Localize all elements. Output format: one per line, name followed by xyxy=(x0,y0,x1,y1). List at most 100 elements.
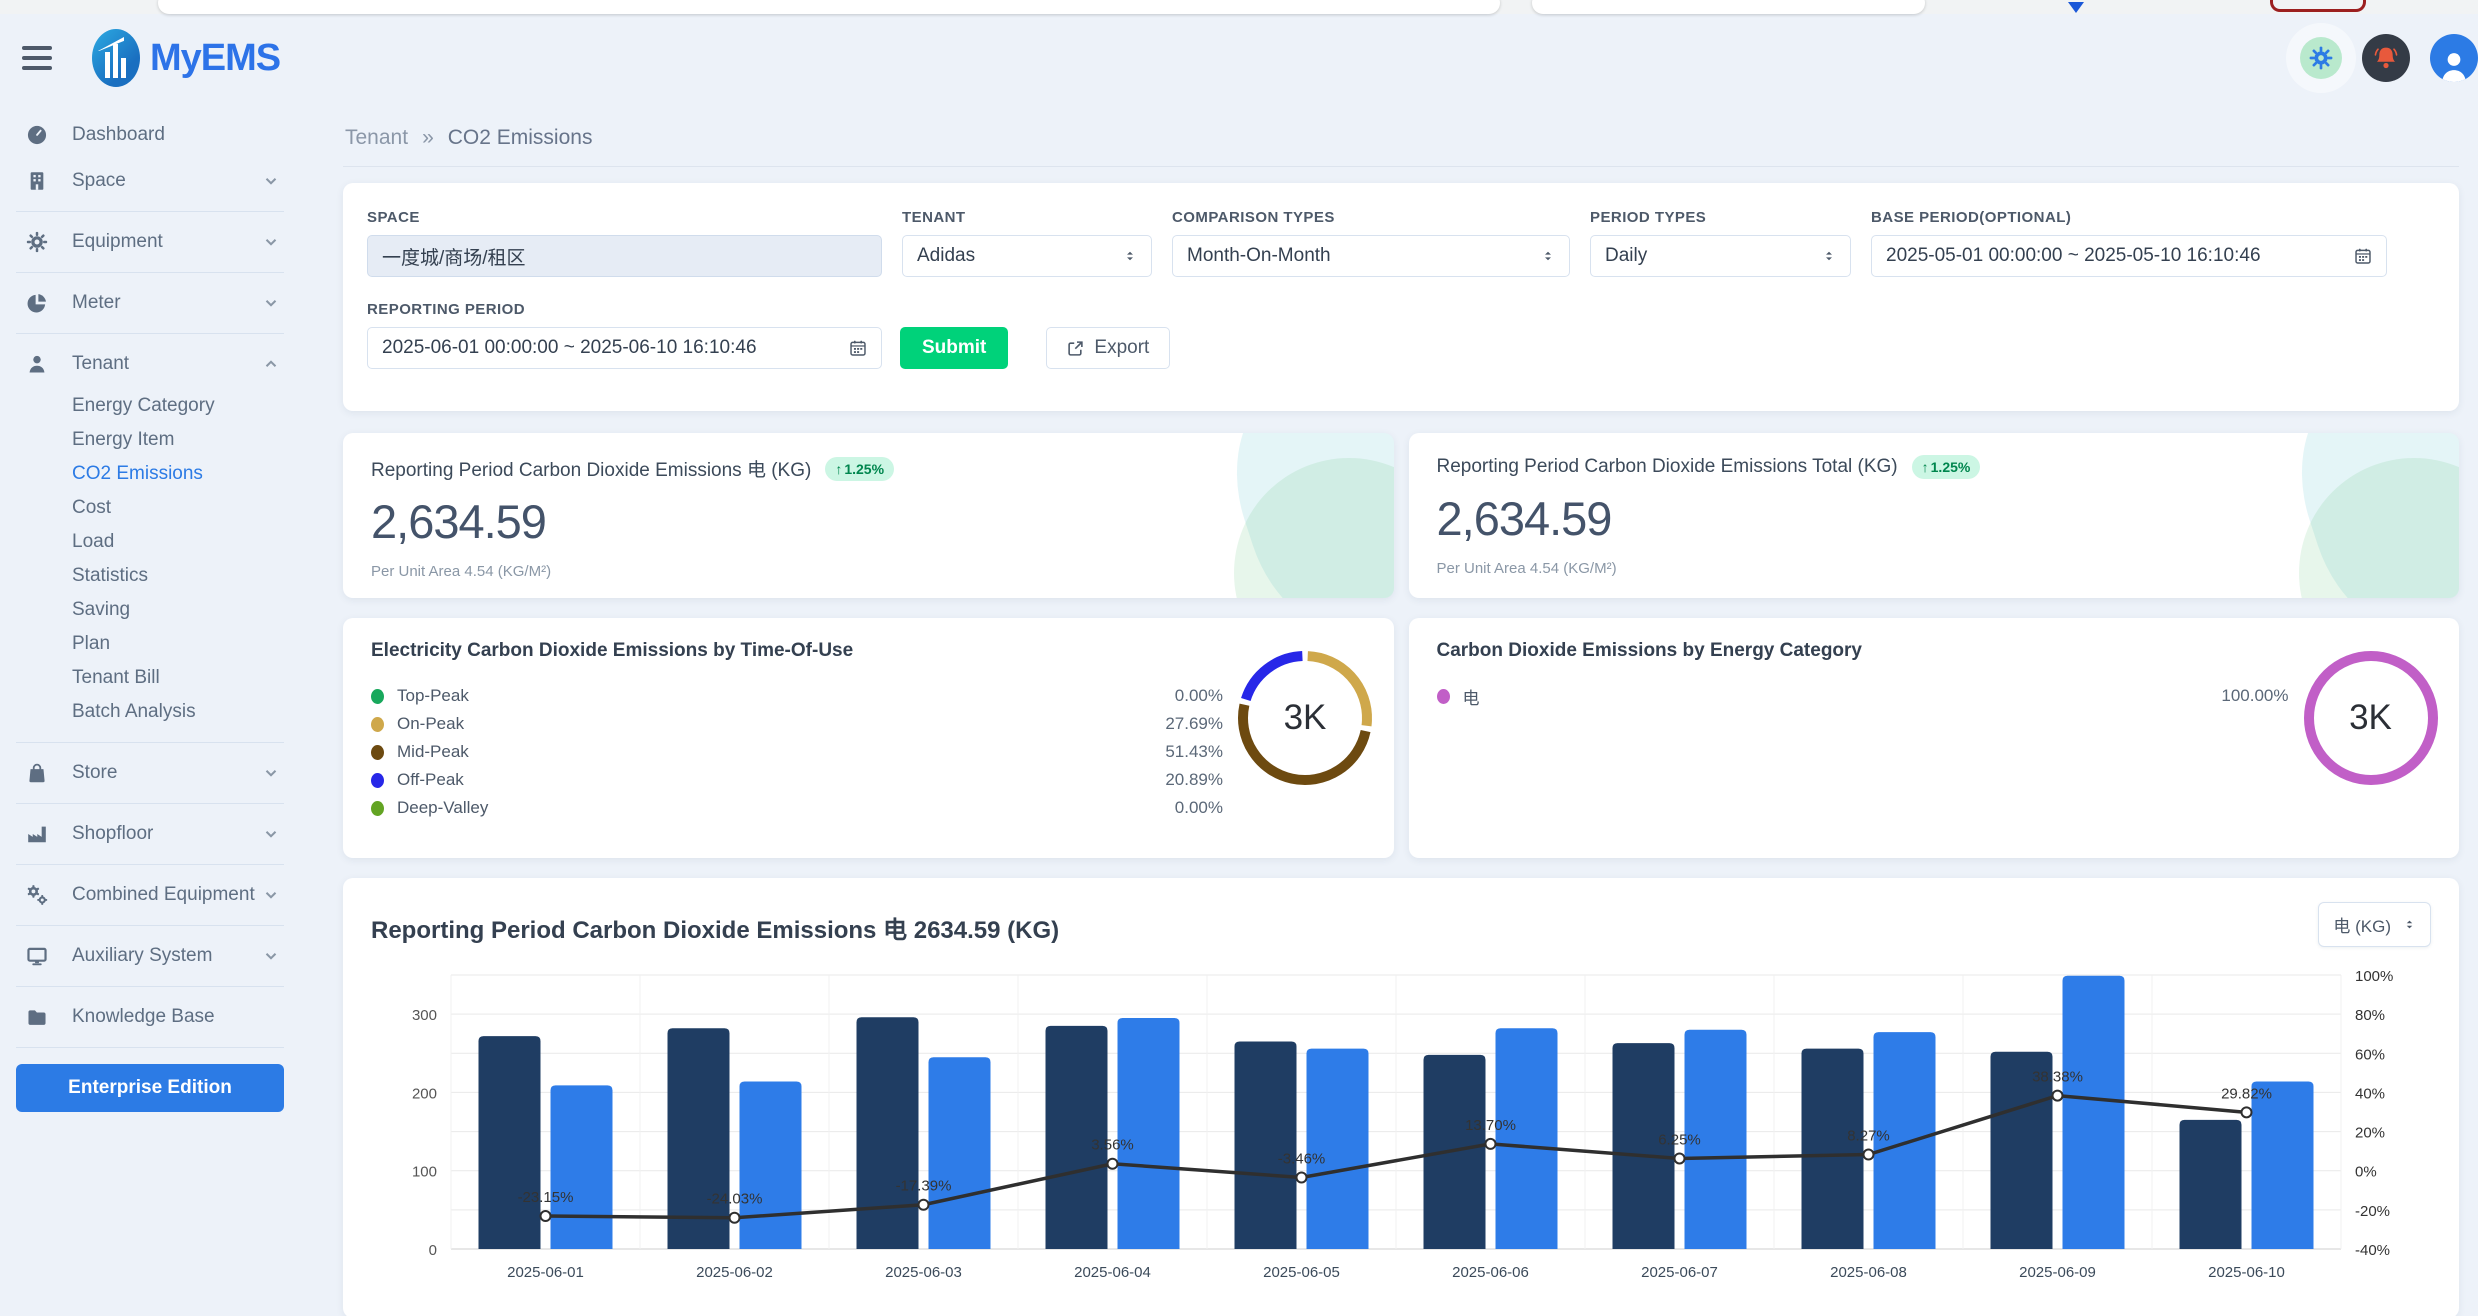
stat-card-subtext: Per Unit Area 4.54 (KG/M²) xyxy=(371,563,1366,580)
select-caret-icon xyxy=(2403,917,2416,932)
header-actions xyxy=(2300,34,2464,82)
sidebar-item-tenant[interactable]: Tenant xyxy=(12,341,288,387)
sidebar-item-combined-equipment[interactable]: Combined Equipment xyxy=(12,872,288,918)
legend-row-mid-peak[interactable]: Mid-Peak 51.43% xyxy=(371,738,1223,766)
legend-dot xyxy=(371,773,384,788)
myems-app: MyEMS xyxy=(0,0,2478,1316)
enterprise-edition-button[interactable]: Enterprise Edition xyxy=(16,1064,284,1112)
legend-row-deep-valley[interactable]: Deep-Valley 0.00% xyxy=(371,794,1223,822)
emissions-chart-card: Reporting Period Carbon Dioxide Emission… xyxy=(343,878,2459,1316)
tou-donut-chart: 3K xyxy=(1229,642,1381,794)
svg-text:0%: 0% xyxy=(2355,1164,2377,1181)
chevron-down-icon xyxy=(262,764,280,782)
breadcrumb-parent[interactable]: Tenant xyxy=(345,126,408,150)
select-caret-icon xyxy=(1822,248,1836,264)
submenu-item-energy-item[interactable]: Energy Item xyxy=(12,423,288,457)
sidebar-divider xyxy=(16,925,284,926)
notifications-bell-icon[interactable] xyxy=(2362,34,2410,82)
browser-chrome-strip xyxy=(0,0,2478,14)
svg-text:40%: 40% xyxy=(2355,1085,2385,1102)
reporting-period-value: 2025-06-01 00:00:00 ~ 2025-06-10 16:10:4… xyxy=(382,337,757,359)
reporting-period-label: REPORTING PERIOD xyxy=(367,301,882,318)
submit-button[interactable]: Submit xyxy=(900,327,1008,369)
sidebar-item-knowledge-base[interactable]: Knowledge Base xyxy=(12,994,288,1040)
svg-text:29.82%: 29.82% xyxy=(2221,1085,2272,1102)
period-types-label: PERIOD TYPES xyxy=(1590,209,1851,226)
submenu-item-load[interactable]: Load xyxy=(12,525,288,559)
sidebar-item-equipment[interactable]: Equipment xyxy=(12,219,288,265)
category-legend: 电 100.00% xyxy=(1437,682,2289,710)
submenu-item-plan[interactable]: Plan xyxy=(12,627,288,661)
sidebar-item-store[interactable]: Store xyxy=(12,750,288,796)
category-donut-chart: 3K xyxy=(2295,642,2447,794)
browser-addressbar-partial[interactable] xyxy=(158,0,1500,14)
chart-unit-select[interactable]: 电 (KG) xyxy=(2318,902,2431,947)
legend-row-electricity[interactable]: 电 100.00% xyxy=(1437,682,2289,710)
svg-text:2025-06-05: 2025-06-05 xyxy=(1263,1264,1340,1281)
svg-text:13.70%: 13.70% xyxy=(1465,1117,1516,1134)
sidebar-divider xyxy=(16,864,284,865)
chevron-down-icon xyxy=(262,294,280,312)
svg-text:3.56%: 3.56% xyxy=(1091,1137,1134,1154)
settings-gear-icon[interactable] xyxy=(2300,37,2342,79)
bar-line-chart[interactable]: -40%-20%0%20%40%60%80%100%01002003002025… xyxy=(371,959,2431,1289)
submenu-item-cost[interactable]: Cost xyxy=(12,491,288,525)
space-input[interactable] xyxy=(367,235,882,277)
sidebar-divider xyxy=(16,742,284,743)
comparison-types-select[interactable]: Month-On-Month xyxy=(1172,235,1570,277)
sidebar-item-label: Auxiliary System xyxy=(72,945,262,967)
app-logo[interactable]: MyEMS xyxy=(92,29,280,87)
space-label: SPACE xyxy=(367,209,882,226)
sidebar-divider xyxy=(16,272,284,273)
breadcrumb-current: CO2 Emissions xyxy=(448,126,593,150)
up-arrow-icon: ↑ xyxy=(835,461,842,477)
base-period-datepicker[interactable]: 2025-05-01 00:00:00 ~ 2025-05-10 16:10:4… xyxy=(1871,235,2387,277)
top-navbar: MyEMS xyxy=(0,14,2478,102)
legend-dot xyxy=(371,689,384,704)
donut-cards-row: Electricity Carbon Dioxide Emissions by … xyxy=(343,618,2459,858)
main-content: Tenant » CO2 Emissions SPACE TENANT Adid… xyxy=(300,102,2478,1316)
chevron-down-icon xyxy=(262,825,280,843)
svg-text:2025-06-07: 2025-06-07 xyxy=(1641,1264,1718,1281)
donut-card-title: Electricity Carbon Dioxide Emissions by … xyxy=(371,640,1366,662)
comparison-types-label: COMPARISON TYPES xyxy=(1172,209,1570,226)
chevron-up-icon xyxy=(262,355,280,373)
calendar-icon xyxy=(849,339,867,357)
browser-searchbox-partial[interactable] xyxy=(1532,0,1925,14)
legend-row-on-peak[interactable]: On-Peak 27.69% xyxy=(371,710,1223,738)
legend-row-top-peak[interactable]: Top-Peak 0.00% xyxy=(371,682,1223,710)
submenu-item-energy-category[interactable]: Energy Category xyxy=(12,389,288,423)
legend-row-off-peak[interactable]: Off-Peak 20.89% xyxy=(371,766,1223,794)
sidebar-item-auxiliary-system[interactable]: Auxiliary System xyxy=(12,933,288,979)
submenu-item-tenant-bill[interactable]: Tenant Bill xyxy=(12,661,288,695)
svg-text:300: 300 xyxy=(412,1007,437,1024)
reporting-period-datepicker[interactable]: 2025-06-01 00:00:00 ~ 2025-06-10 16:10:4… xyxy=(367,327,882,369)
hamburger-menu-icon[interactable] xyxy=(22,38,62,78)
sidebar-item-dashboard[interactable]: Dashboard xyxy=(12,112,288,158)
sidebar-item-label: Equipment xyxy=(72,231,262,253)
sidebar-item-space[interactable]: Space xyxy=(12,158,288,204)
pie-chart-icon xyxy=(26,292,60,314)
shopping-bag-icon xyxy=(26,762,60,784)
sidebar-item-label: Knowledge Base xyxy=(72,1006,280,1028)
sidebar-item-label: Combined Equipment xyxy=(72,884,262,906)
sidebar-divider xyxy=(16,333,284,334)
export-button[interactable]: Export xyxy=(1046,327,1170,369)
submenu-item-statistics[interactable]: Statistics xyxy=(12,559,288,593)
period-types-select[interactable]: Daily xyxy=(1590,235,1851,277)
sidebar-item-label: Shopfloor xyxy=(72,823,262,845)
submenu-item-saving[interactable]: Saving xyxy=(12,593,288,627)
submenu-item-batch-analysis[interactable]: Batch Analysis xyxy=(12,695,288,729)
stat-cards-row: Reporting Period Carbon Dioxide Emission… xyxy=(343,433,2459,598)
tenant-select[interactable]: Adidas xyxy=(902,235,1152,277)
energy-category-card: Carbon Dioxide Emissions by Energy Categ… xyxy=(1409,618,2460,858)
svg-text:2025-06-03: 2025-06-03 xyxy=(885,1264,962,1281)
filter-panel: SPACE TENANT Adidas COMPARISON TYPES Mon… xyxy=(343,183,2459,411)
legend-dot xyxy=(371,801,384,816)
submenu-item-co2-emissions[interactable]: CO2 Emissions xyxy=(12,457,288,491)
stat-card-electricity: Reporting Period Carbon Dioxide Emission… xyxy=(343,433,1394,598)
user-avatar[interactable] xyxy=(2430,34,2478,82)
svg-text:2025-06-10: 2025-06-10 xyxy=(2208,1264,2285,1281)
sidebar-item-shopfloor[interactable]: Shopfloor xyxy=(12,811,288,857)
sidebar-item-meter[interactable]: Meter xyxy=(12,280,288,326)
